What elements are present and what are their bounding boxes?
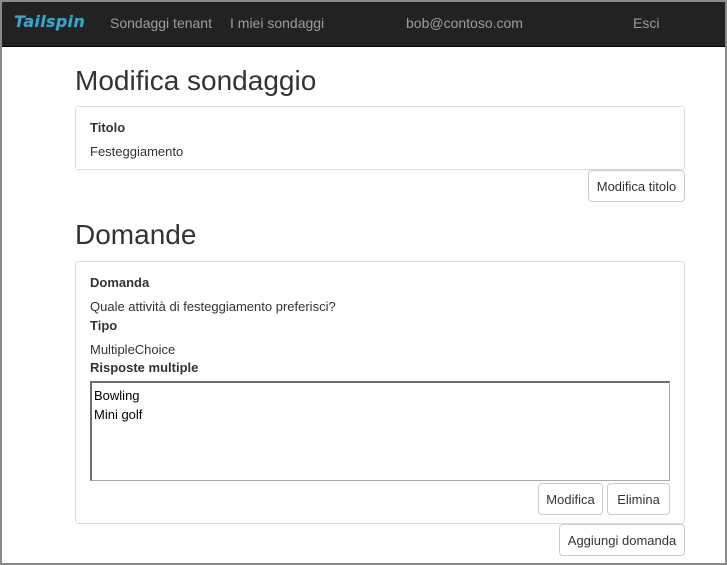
question-text: Quale attività di festeggiamento preferi… bbox=[90, 299, 336, 314]
nav-my-surveys-link[interactable]: I miei sondaggi bbox=[230, 15, 324, 31]
edit-question-button[interactable]: Modifica bbox=[538, 483, 603, 515]
nav-user-email-link[interactable]: bob@contoso.com bbox=[406, 15, 523, 31]
type-value: MultipleChoice bbox=[90, 342, 176, 357]
title-label: Titolo bbox=[90, 120, 126, 135]
browser-frame: Tailspin Sondaggi tenant I miei sondaggi… bbox=[0, 0, 727, 565]
delete-question-button[interactable]: Elimina bbox=[607, 483, 670, 515]
title-value: Festeggiamento bbox=[90, 144, 184, 159]
type-label: Tipo bbox=[90, 318, 118, 333]
top-navbar: Tailspin Sondaggi tenant I miei sondaggi… bbox=[2, 2, 725, 47]
survey-title-panel: Titolo Festeggiamento bbox=[75, 106, 685, 170]
answers-label: Risposte multiple bbox=[90, 360, 199, 375]
answers-textarea[interactable]: Bowling Mini golf bbox=[90, 381, 670, 481]
add-question-button[interactable]: Aggiungi domanda bbox=[559, 524, 685, 556]
page-title: Modifica sondaggio bbox=[75, 65, 317, 96]
question-label: Domanda bbox=[90, 275, 150, 290]
nav-logout-link[interactable]: Esci bbox=[633, 15, 659, 31]
questions-section-title: Domande bbox=[75, 219, 197, 250]
tailspin-logo[interactable]: Tailspin bbox=[14, 12, 85, 31]
answer-item: Bowling bbox=[94, 388, 140, 403]
answer-item: Mini golf bbox=[94, 407, 143, 422]
edit-title-button[interactable]: Modifica titolo bbox=[588, 170, 685, 202]
nav-tenant-surveys-link[interactable]: Sondaggi tenant bbox=[110, 15, 212, 31]
